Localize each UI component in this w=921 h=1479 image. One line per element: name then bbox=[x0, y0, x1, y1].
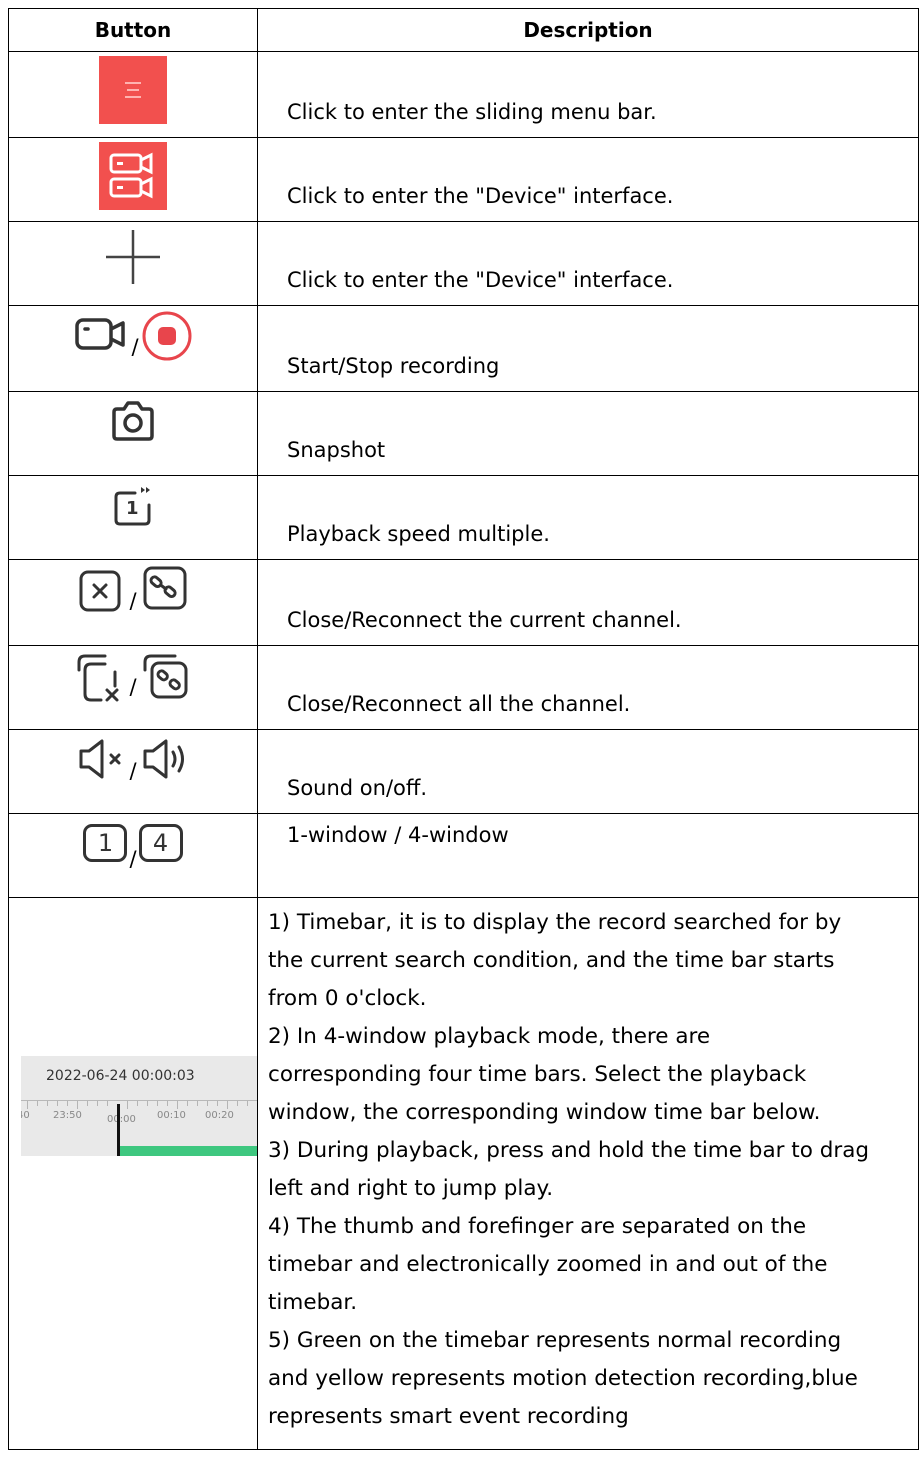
description-cell: Click to enter the "Device" interface. bbox=[257, 137, 919, 222]
description-line: and yellow represents motion detection r… bbox=[268, 1366, 858, 1391]
one-window-value: 1 bbox=[97, 829, 114, 857]
table-row: / Sound on/off. bbox=[8, 729, 919, 814]
one-window-icon[interactable]: 1 bbox=[83, 824, 128, 862]
description-line: timebar. bbox=[268, 1290, 358, 1315]
description-line: 1) Timebar, it is to display the record … bbox=[268, 910, 842, 935]
timebar-tick-label: 00:10 bbox=[157, 1110, 186, 1121]
description-cell: Close/Reconnect the current channel. bbox=[257, 559, 919, 646]
button-description-table: Button Description Click to enter the sl… bbox=[8, 8, 919, 1450]
button-cell: 1 bbox=[8, 475, 258, 560]
button-cell bbox=[8, 51, 258, 138]
timebar-cursor[interactable] bbox=[117, 1104, 120, 1156]
button-cell: / bbox=[8, 305, 258, 392]
table-row: Click to enter the "Device" interface. bbox=[8, 221, 919, 306]
description-line: 5) Green on the timebar represents norma… bbox=[268, 1328, 842, 1353]
close-all-channels-icon[interactable] bbox=[71, 650, 127, 706]
plus-icon[interactable] bbox=[102, 226, 164, 288]
table-row: / Start/Stop recording bbox=[8, 305, 919, 392]
sound-off-icon[interactable] bbox=[75, 734, 127, 784]
description-cell: Playback speed multiple. bbox=[257, 475, 919, 560]
separator-slash: / bbox=[129, 759, 137, 783]
description-cell: 1-window / 4-window bbox=[257, 813, 919, 898]
description-line: 4) The thumb and forefinger are separate… bbox=[268, 1214, 807, 1239]
button-cell: 2022-06-24 00:00:03 0 23:50 00:00 00:10 … bbox=[8, 897, 258, 1450]
button-cell bbox=[8, 221, 258, 306]
snapshot-icon[interactable] bbox=[108, 396, 158, 446]
reconnect-all-channels-icon[interactable] bbox=[139, 650, 195, 706]
timebar-date: 2022-06-24 00:00:03 bbox=[46, 1068, 195, 1084]
header-description: Description bbox=[257, 8, 919, 52]
table-row: 1 Playback speed multiple. bbox=[8, 475, 919, 560]
description-line: window, the corresponding window time ba… bbox=[268, 1100, 821, 1125]
description-cell: Start/Stop recording bbox=[257, 305, 919, 392]
timebar-preview[interactable]: 2022-06-24 00:00:03 0 23:50 00:00 00:10 … bbox=[21, 1056, 257, 1156]
four-window-icon[interactable]: 4 bbox=[138, 824, 183, 862]
four-window-value: 4 bbox=[152, 829, 169, 857]
table-row: Snapshot bbox=[8, 391, 919, 476]
header-row: Button Description bbox=[8, 8, 919, 52]
timebar-tick-label: 23:50 bbox=[53, 1110, 82, 1121]
table-row: 2022-06-24 00:00:03 0 23:50 00:00 00:10 … bbox=[8, 897, 919, 1450]
button-cell bbox=[8, 137, 258, 222]
timebar-description: 1) Timebar, it is to display the record … bbox=[257, 897, 919, 1450]
timebar-tick-label: 00:20 bbox=[205, 1110, 234, 1121]
description-line: represents smart event recording bbox=[268, 1404, 629, 1429]
description-cell: Click to enter the "Device" interface. bbox=[257, 221, 919, 306]
button-cell: 1 / 4 bbox=[8, 813, 258, 898]
header-button: Button bbox=[8, 8, 258, 52]
close-channel-icon[interactable] bbox=[75, 564, 127, 616]
description-cell: Sound on/off. bbox=[257, 729, 919, 814]
timebar-recording-segment bbox=[119, 1146, 257, 1156]
button-cell: / bbox=[8, 559, 258, 646]
description-line: corresponding four time bars. Select the… bbox=[268, 1062, 807, 1087]
table-row: / Close/Reconnect the current channel. bbox=[8, 559, 919, 646]
description-line: left and right to jump play. bbox=[268, 1176, 554, 1201]
menu-icon[interactable] bbox=[99, 56, 167, 124]
description-line: 2) In 4-window playback mode, there are bbox=[268, 1024, 711, 1049]
description-line: 3) During playback, press and hold the t… bbox=[268, 1138, 870, 1163]
table-row: Click to enter the sliding menu bar. bbox=[8, 51, 919, 138]
description-line: the current search condition, and the ti… bbox=[268, 948, 835, 973]
description-line: from 0 o'clock. bbox=[268, 986, 427, 1011]
separator-slash: / bbox=[129, 675, 137, 699]
description-cell: Snapshot bbox=[257, 391, 919, 476]
speed-multiple-value: 1 bbox=[126, 498, 139, 519]
description-cell: Click to enter the sliding menu bar. bbox=[257, 51, 919, 138]
device-icon[interactable] bbox=[99, 142, 167, 210]
sound-on-icon[interactable] bbox=[139, 734, 191, 784]
timebar-tick-label: 40 bbox=[21, 1110, 30, 1121]
reconnect-channel-icon[interactable] bbox=[139, 564, 191, 616]
speed-multiple-icon[interactable]: 1 bbox=[108, 480, 158, 532]
timebar-ruler bbox=[21, 1100, 257, 1109]
button-cell: / bbox=[8, 729, 258, 814]
description-cell: Close/Reconnect all the channel. bbox=[257, 645, 919, 730]
separator-slash: / bbox=[129, 847, 137, 871]
button-cell bbox=[8, 391, 258, 476]
separator-slash: / bbox=[131, 335, 139, 359]
timebar-tick-label: 00:00 bbox=[107, 1114, 136, 1125]
button-cell: / bbox=[8, 645, 258, 730]
table-row: 1 / 4 1-window / 4-window bbox=[8, 813, 919, 898]
description-line: timebar and electronically zoomed in and… bbox=[268, 1252, 828, 1277]
record-stop-icon[interactable] bbox=[141, 310, 193, 362]
table-row: Click to enter the "Device" interface. bbox=[8, 137, 919, 222]
record-start-icon[interactable] bbox=[73, 310, 129, 358]
separator-slash: / bbox=[129, 589, 137, 613]
table-row: / Close/Reconnect all the channel. bbox=[8, 645, 919, 730]
